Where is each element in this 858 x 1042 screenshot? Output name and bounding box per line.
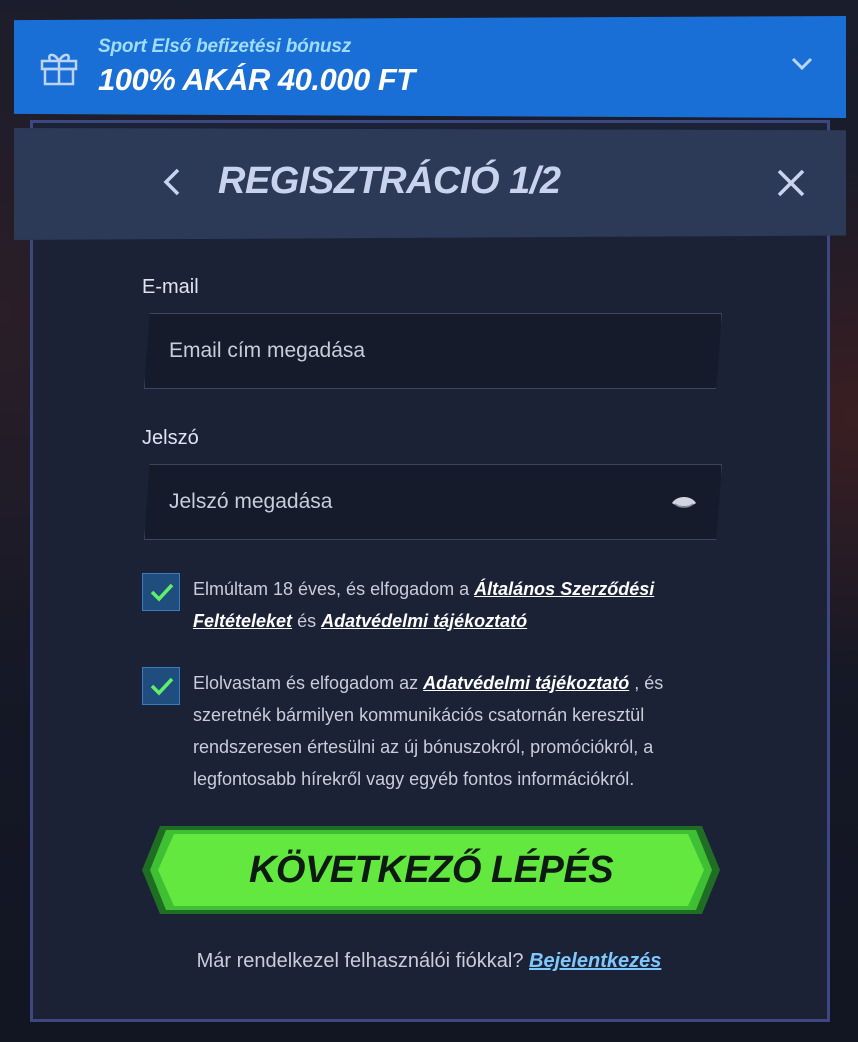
password-field-wrapper <box>144 464 722 540</box>
login-link[interactable]: Bejelentkezés <box>529 950 661 972</box>
modal-header: REGISZTRÁCIÓ 1/2 <box>14 128 846 240</box>
terms-consent-text: Elmúltam 18 éves, és elfogadom a Általán… <box>193 573 733 637</box>
close-icon[interactable] <box>776 168 806 198</box>
password-label: Jelszó <box>142 427 199 449</box>
marketing-consent-text: Elolvastam és elfogadom az Adatvédelmi t… <box>193 667 733 795</box>
login-question: Már rendelkezel felhasználói fiókkal? <box>196 950 524 972</box>
login-prompt: Már rendelkezel felhasználói fiókkal? Be… <box>0 950 858 973</box>
terms-checkbox[interactable] <box>142 573 180 611</box>
marketing-text-before: Elolvastam és elfogadom az <box>193 673 419 693</box>
bonus-banner[interactable]: Sport Első befizetési bónusz 100% AKÁR 4… <box>14 16 846 118</box>
chevron-left-icon[interactable] <box>158 166 184 198</box>
chevron-down-icon[interactable] <box>790 56 814 72</box>
next-step-button[interactable]: KÖVETKEZŐ LÉPÉS <box>142 826 720 914</box>
eye-icon[interactable] <box>671 493 697 513</box>
email-field[interactable] <box>145 314 721 388</box>
terms-text-middle: és <box>297 611 317 631</box>
bonus-subtitle: Sport Első befizetési bónusz <box>98 36 352 57</box>
terms-text-before: Elmúltam 18 éves, és elfogadom a <box>193 579 470 599</box>
next-step-label: KÖVETKEZŐ LÉPÉS <box>248 848 614 891</box>
privacy-link[interactable]: Adatvédelmi tájékoztató <box>321 611 527 631</box>
email-label: E-mail <box>142 276 199 298</box>
marketing-privacy-link[interactable]: Adatvédelmi tájékoztató <box>423 673 629 693</box>
marketing-checkbox[interactable] <box>142 667 180 705</box>
bonus-title: 100% AKÁR 40.000 FT <box>98 62 415 97</box>
gift-icon <box>40 50 78 86</box>
email-field-wrapper <box>144 313 722 389</box>
page-title: REGISZTRÁCIÓ 1/2 <box>218 160 561 202</box>
password-field[interactable] <box>145 465 721 539</box>
